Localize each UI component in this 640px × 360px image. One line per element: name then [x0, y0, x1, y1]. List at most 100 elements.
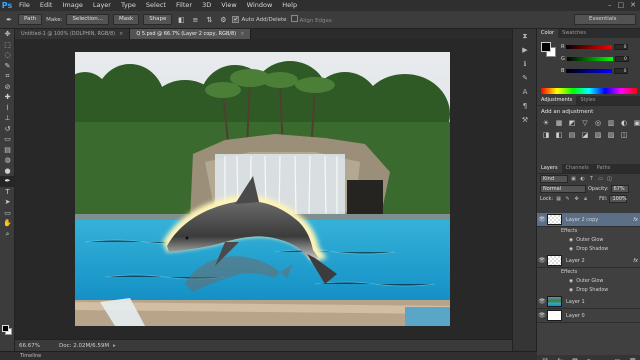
blend-mode-select[interactable]: Normal	[540, 185, 586, 193]
auto-add-delete-option[interactable]: ✓ Auto Add/Delete	[232, 16, 287, 23]
gear-icon[interactable]: ⚙	[218, 15, 228, 25]
path-arrangement-icon[interactable]: ⇅	[204, 15, 214, 25]
marquee-tool-icon[interactable]: ⬚	[0, 40, 15, 51]
eye-icon[interactable]: ◉	[569, 247, 573, 252]
adjustment-icon[interactable]: ▦	[554, 118, 564, 128]
tab-styles[interactable]: Styles	[576, 96, 599, 105]
adjustment-icon[interactable]: ◪	[580, 130, 590, 140]
foreground-color-swatch[interactable]	[2, 325, 9, 332]
crop-tool-icon[interactable]: ⌗	[0, 71, 15, 82]
layer-filter-kind-select[interactable]: Kind	[540, 175, 568, 183]
tab-color[interactable]: Color	[537, 29, 559, 38]
filter-type-icon[interactable]: T	[588, 176, 595, 183]
blur-tool-icon[interactable]: ◍	[0, 155, 15, 166]
fill-field[interactable]: 100%	[609, 195, 628, 203]
eyedropper-tool-icon[interactable]: ⊘	[0, 82, 15, 93]
adjustment-icon[interactable]: ▧	[593, 130, 603, 140]
quick-select-tool-icon[interactable]: ✎	[0, 61, 15, 72]
adjustment-icon[interactable]: ▨	[606, 130, 616, 140]
tab-adjustments[interactable]: Adjustments	[537, 96, 577, 105]
workspace-select[interactable]: Essentials	[574, 14, 636, 25]
move-tool-icon[interactable]: ✥	[0, 29, 15, 40]
adjustment-icon[interactable]: ◩	[567, 118, 577, 128]
path-alignment-icon[interactable]: ≡	[190, 15, 200, 25]
close-icon[interactable]: ✕	[630, 1, 636, 9]
adjustment-icon[interactable]: ▥	[606, 118, 616, 128]
status-menu-arrow-icon[interactable]: ▸	[113, 343, 116, 349]
actions-panel-icon[interactable]: ▶	[513, 43, 537, 57]
paragraph-panel-icon[interactable]: ¶	[513, 99, 537, 113]
layer-effects-icon[interactable]: fx	[633, 217, 638, 223]
color-spectrum-ramp[interactable]	[541, 88, 637, 94]
close-tab-icon[interactable]: ×	[119, 31, 123, 37]
layer-effects-icon[interactable]: fx	[633, 258, 638, 264]
zoom-level-field[interactable]: 66.67%	[15, 343, 45, 349]
adjustment-icon[interactable]: ☀	[541, 118, 551, 128]
make-mask-button[interactable]: Mask	[113, 14, 140, 25]
adjustment-icon[interactable]: ▣	[632, 118, 640, 128]
red-value-field[interactable]: 0	[614, 44, 629, 50]
menu-3d[interactable]: 3D	[197, 0, 216, 11]
lock-position-icon[interactable]: ✥	[573, 196, 580, 203]
filter-smart-object-icon[interactable]: ◫	[606, 176, 613, 183]
brush-panel-icon[interactable]: ✎	[513, 71, 537, 85]
pen-tool-icon[interactable]: ✒	[0, 176, 15, 187]
close-tab-icon[interactable]: ×	[240, 31, 244, 37]
effect-item[interactable]: ◉ Outer Glow	[537, 277, 640, 286]
effect-item[interactable]: ◉ Outer Glow	[537, 236, 640, 245]
align-edges-checkbox[interactable]	[290, 15, 298, 22]
menu-type[interactable]: Type	[116, 0, 141, 11]
brush-tool-icon[interactable]: ⌇	[0, 103, 15, 114]
menu-layer[interactable]: Layer	[88, 0, 116, 11]
hand-tool-icon[interactable]: ✋	[0, 218, 15, 229]
tab-untitled-1[interactable]: Untitled-1 @ 100% (DOLPHIN, RGB/8) ×	[15, 29, 131, 39]
lock-transparent-icon[interactable]: ▦	[555, 196, 562, 203]
menu-window[interactable]: Window	[242, 0, 278, 11]
tool-presets-panel-icon[interactable]: ⚒	[513, 113, 537, 127]
visibility-eye-icon[interactable]: 👁︎	[537, 298, 547, 305]
menu-view[interactable]: View	[216, 0, 241, 11]
dodge-tool-icon[interactable]: ●	[0, 166, 15, 177]
effect-item[interactable]: ◉ Drop Shadow	[537, 245, 640, 254]
filter-pixel-icon[interactable]: ▣	[570, 176, 577, 183]
auto-add-delete-checkbox[interactable]: ✓	[232, 16, 240, 23]
eraser-tool-icon[interactable]: ▭	[0, 134, 15, 145]
path-selection-tool-icon[interactable]: ➤	[0, 197, 15, 208]
tab-channels[interactable]: Channels	[562, 164, 593, 173]
history-brush-tool-icon[interactable]: ↺	[0, 124, 15, 135]
history-panel-icon[interactable]: ⧗	[513, 29, 537, 43]
tool-mode-select[interactable]: Path	[18, 14, 43, 25]
adjustment-icon[interactable]: ◨	[541, 130, 551, 140]
lasso-tool-icon[interactable]: ◌	[0, 50, 15, 61]
adjustment-icon[interactable]: ◐	[619, 118, 629, 128]
lock-all-icon[interactable]: 🔒︎	[582, 196, 589, 203]
menu-file[interactable]: File	[14, 0, 35, 11]
menu-help[interactable]: Help	[277, 0, 302, 11]
eye-icon[interactable]: ◉	[569, 238, 573, 243]
blue-value-field[interactable]: 0	[614, 68, 629, 74]
layer-row[interactable]: 👁︎ Layer 2 fx	[537, 254, 640, 268]
eye-icon[interactable]: ◉	[569, 288, 573, 293]
tab-swatches[interactable]: Swatches	[558, 29, 590, 38]
adjustment-icon[interactable]: ▽	[580, 118, 590, 128]
adjustment-icon[interactable]: ◎	[593, 118, 603, 128]
minimize-icon[interactable]: –	[608, 1, 612, 9]
blue-slider[interactable]	[566, 69, 613, 73]
properties-panel-icon[interactable]: ℹ	[513, 57, 537, 71]
maximize-icon[interactable]: □	[618, 1, 625, 9]
make-selection-button[interactable]: Selection...	[66, 14, 110, 25]
menu-filter[interactable]: Filter	[171, 0, 197, 11]
green-slider[interactable]	[566, 57, 613, 61]
clone-stamp-tool-icon[interactable]: ⊥	[0, 113, 15, 124]
tab-layers[interactable]: Layers	[537, 164, 562, 173]
opacity-field[interactable]: 67%	[610, 185, 629, 193]
layer-row[interactable]: 👁︎ Layer 0	[537, 309, 640, 323]
menu-select[interactable]: Select	[141, 0, 171, 11]
type-tool-icon[interactable]: T	[0, 187, 15, 198]
align-edges-option[interactable]: Align Edges	[290, 15, 332, 24]
lock-pixels-icon[interactable]: ✎	[564, 196, 571, 203]
eye-icon[interactable]: ◉	[569, 279, 573, 284]
make-shape-button[interactable]: Shape	[143, 14, 173, 25]
tab-paths[interactable]: Paths	[593, 164, 615, 173]
color-panel-foreground-swatch[interactable]	[541, 42, 551, 52]
